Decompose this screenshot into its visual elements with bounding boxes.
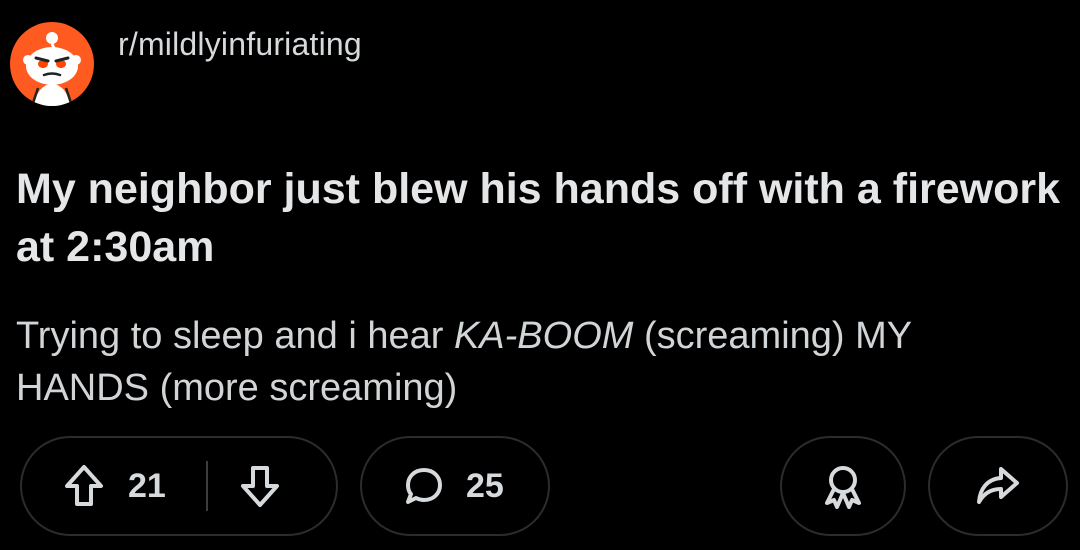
comments-button[interactable]: 25 — [360, 436, 550, 536]
post-header: r/mildlyinfuriating — [10, 22, 362, 112]
post-body-text: Trying to sleep and i hear — [16, 315, 454, 357]
vote-divider — [205, 461, 208, 511]
share-button[interactable] — [928, 436, 1068, 536]
post-body-emphasis: KA-BOOM — [453, 315, 634, 357]
share-arrow-icon — [977, 467, 1019, 504]
comment-count: 25 — [466, 466, 504, 505]
post-body-text: (screaming) MY — [633, 315, 913, 357]
comment-icon-wrap — [394, 456, 454, 516]
post-title[interactable]: My neighbor just blew his hands off with… — [16, 160, 1066, 276]
post-body-line-1: Trying to sleep and i hear KA-BOOM (scre… — [16, 310, 1080, 362]
upvote-button[interactable] — [54, 456, 114, 516]
comment-bubble-icon — [406, 468, 442, 504]
award-icon — [825, 466, 861, 509]
subreddit-avatar[interactable] — [10, 22, 94, 106]
subreddit-name[interactable]: r/mildlyinfuriating — [118, 26, 362, 63]
award-button[interactable] — [780, 436, 906, 536]
vote-bar: 21 — [20, 436, 338, 536]
vote-score: 21 — [128, 466, 166, 505]
downvote-button[interactable] — [230, 456, 290, 516]
upvote-arrow-icon — [65, 465, 103, 506]
downvote-arrow-icon — [240, 466, 279, 507]
post-body-line-2: HANDS (more screaming) — [16, 367, 458, 409]
snoo-icon — [23, 32, 81, 106]
post-body: Trying to sleep and i hear KA-BOOM (scre… — [16, 310, 1080, 414]
